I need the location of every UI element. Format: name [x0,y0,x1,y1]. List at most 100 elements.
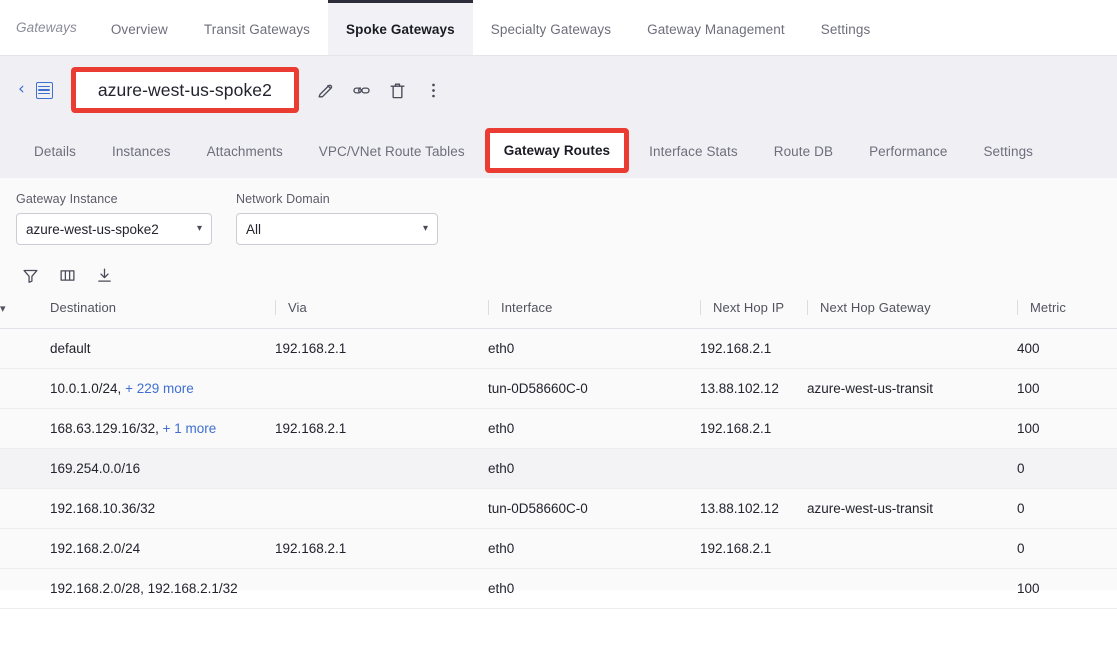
cell-via [275,368,488,409]
destination-value: 192.168.10.36/32 [50,500,156,516]
cell-destination: 10.0.1.0/24, + 229 more [50,368,275,409]
cell-via: 192.168.2.1 [275,408,488,449]
filter-icon[interactable] [22,267,39,284]
pencil-icon[interactable] [316,81,335,100]
page-title-annotation: azure-west-us-spoke2 [70,67,299,113]
table-row[interactable]: default 192.168.2.1 eth0 192.168.2.1 400 [0,328,1117,369]
cell-metric: 400 [1017,328,1117,369]
download-icon[interactable] [96,267,113,284]
cell-next-hop-gateway [807,448,1017,489]
kebab-menu-icon[interactable] [424,81,443,100]
columns-icon[interactable] [59,267,76,284]
cell-via [275,448,488,489]
chevron-down-icon: ▾ [196,223,202,234]
destination-more-link[interactable]: + 229 more [125,381,194,396]
cell-destination: 169.254.0.0/16 [50,448,275,489]
page-title: azure-west-us-spoke2 [97,79,272,100]
object-tabs: Details Instances Attachments VPC/VNet R… [0,124,1117,178]
table-row[interactable]: 169.254.0.0/16 eth0 0 [0,448,1117,489]
cell-destination: 192.168.2.0/28, 192.168.2.1/32 [50,568,275,609]
cell-next-hop-gateway [807,568,1017,609]
column-header-next-hop-gateway[interactable]: Next Hop Gateway [807,296,1017,329]
cell-next-hop-ip: 192.168.2.1 [700,528,807,569]
destination-value: 10.0.1.0/24, [50,380,122,396]
table-row[interactable]: 168.63.129.16/32, + 1 more 192.168.2.1 e… [0,408,1117,449]
column-header-via[interactable]: Via [275,296,488,329]
subtab-interface-stats[interactable]: Interface Stats [631,124,756,178]
cell-interface: eth0 [488,408,700,449]
row-gutter [0,328,50,369]
network-domain-select[interactable]: All ▾ [236,213,438,245]
cell-interface: tun-0D58660C-0 [488,488,700,529]
tab-specialty-gateways[interactable]: Specialty Gateways [473,0,629,55]
destination-value: 168.63.129.16/32, [50,420,159,436]
filter-bar: Gateway Instance azure-west-us-spoke2 ▾ … [0,178,1117,245]
tab-spoke-gateways[interactable]: Spoke Gateways [328,0,473,55]
subtab-instances[interactable]: Instances [94,124,189,178]
object-shell: ‹ azure-west-us-spoke2 Details Instances… [0,56,1117,178]
tab-settings[interactable]: Settings [803,0,889,55]
row-gutter [0,488,50,529]
cell-destination: default [50,328,275,369]
cell-metric: 0 [1017,528,1117,569]
cell-metric: 100 [1017,368,1117,409]
gateway-routes-panel: Gateway Instance azure-west-us-spoke2 ▾ … [0,178,1117,609]
cell-interface: eth0 [488,448,700,489]
subtab-route-db[interactable]: Route DB [756,124,851,178]
subtab-gateway-routes[interactable]: Gateway Routes [484,128,630,173]
gateway-instance-select[interactable]: azure-west-us-spoke2 ▾ [16,213,212,245]
cell-via [275,568,488,609]
table-row[interactable]: 10.0.1.0/24, + 229 more tun-0D58660C-0 1… [0,368,1117,409]
cell-next-hop-ip [700,568,807,609]
subtab-performance[interactable]: Performance [851,124,965,178]
destination-value: default [50,340,91,356]
sort-toggle-header[interactable]: ▾ [0,296,50,329]
tab-gateway-management[interactable]: Gateway Management [629,0,803,55]
subtab-settings[interactable]: Settings [965,124,1051,178]
row-gutter [0,528,50,569]
destination-value: 192.168.2.0/24 [50,540,141,556]
subtab-details[interactable]: Details [16,124,94,178]
table-list-icon[interactable] [35,81,53,99]
chevron-down-icon[interactable]: ▾ [0,302,6,315]
gateway-routes-table-wrapper: ▾ Destination Via Interface Next Hop IP [0,296,1117,609]
cell-next-hop-gateway [807,528,1017,569]
table-row[interactable]: 192.168.10.36/32 tun-0D58660C-0 13.88.10… [0,488,1117,529]
cell-metric: 100 [1017,568,1117,609]
header-actions [316,81,443,100]
subtab-attachments[interactable]: Attachments [189,124,301,178]
cell-metric: 0 [1017,448,1117,489]
cell-next-hop-ip: 192.168.2.1 [700,328,807,369]
destination-value: 169.254.0.0/16 [50,460,141,476]
table-row[interactable]: 192.168.2.0/24 192.168.2.1 eth0 192.168.… [0,528,1117,569]
column-header-next-hop-ip[interactable]: Next Hop IP [700,296,807,329]
trash-icon[interactable] [388,81,407,100]
column-header-interface[interactable]: Interface [488,296,700,329]
cell-interface: eth0 [488,568,700,609]
chevron-left-icon[interactable]: ‹ [16,79,29,102]
network-domain-label: Network Domain [236,192,330,206]
table-row[interactable]: 192.168.2.0/28, 192.168.2.1/32 eth0 100 [0,568,1117,609]
cell-interface: eth0 [488,328,700,369]
column-header-destination[interactable]: Destination [50,296,275,329]
tab-transit-gateways[interactable]: Transit Gateways [186,0,328,55]
network-domain-value: All [246,221,262,237]
row-gutter [0,568,50,609]
table-body: default 192.168.2.1 eth0 192.168.2.1 400… [0,328,1117,609]
nav-section-label: Gateways [16,20,77,35]
table-header-row: ▾ Destination Via Interface Next Hop IP [0,296,1117,329]
gateway-instance-label: Gateway Instance [16,192,118,206]
destination-more-link[interactable]: + 1 more [163,421,217,436]
table-header: ▾ Destination Via Interface Next Hop IP [0,296,1117,329]
cell-metric: 0 [1017,488,1117,529]
tab-overview[interactable]: Overview [93,0,186,55]
column-header-metric[interactable]: Metric [1017,296,1117,329]
cell-destination: 168.63.129.16/32, + 1 more [50,408,275,449]
cell-metric: 100 [1017,408,1117,449]
subtab-vpc-vnet-route-tables[interactable]: VPC/VNet Route Tables [301,124,483,178]
cell-next-hop-ip: 13.88.102.12 [700,488,807,529]
link-icon[interactable] [352,81,371,100]
cell-next-hop-ip [700,448,807,489]
table-toolbar [0,245,1117,284]
cell-next-hop-ip: 13.88.102.12 [700,368,807,409]
